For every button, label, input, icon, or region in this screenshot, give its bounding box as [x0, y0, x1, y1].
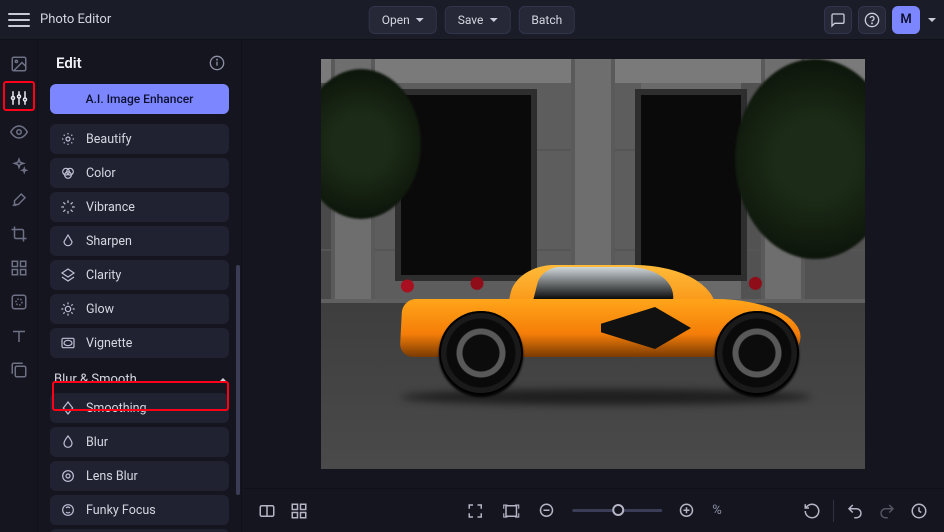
- chevron-up-icon: [219, 378, 227, 382]
- batch-label: Batch: [531, 13, 562, 27]
- hamburger-icon[interactable]: [8, 9, 30, 31]
- rail-grid-icon[interactable]: [7, 256, 31, 280]
- chat-icon: [830, 12, 846, 28]
- fullscreen-icon[interactable]: [464, 500, 486, 522]
- effect-glow[interactable]: Glow: [50, 294, 229, 324]
- chevron-down-icon: [416, 18, 424, 22]
- effect-label: Sharpen: [86, 234, 132, 249]
- tool-rail: [0, 40, 38, 532]
- effect-vignette[interactable]: Vignette: [50, 328, 229, 358]
- account-menu-chevron-icon[interactable]: [928, 18, 936, 22]
- panel-scrollbar[interactable]: [236, 265, 240, 495]
- batch-button[interactable]: Batch: [518, 6, 575, 34]
- effect-label: Lens Blur: [86, 469, 138, 484]
- ai-enhancer-button[interactable]: A.I. Image Enhancer: [50, 84, 229, 114]
- avatar-initial: M: [900, 12, 911, 27]
- rail-text-icon[interactable]: [7, 324, 31, 348]
- blur-list: Smoothing Blur Lens Blur Funky Focus Sof…: [38, 393, 241, 532]
- feedback-button[interactable]: [824, 6, 852, 34]
- undo-icon[interactable]: [844, 500, 866, 522]
- effect-label: Smoothing: [86, 401, 147, 416]
- open-button[interactable]: Open: [369, 6, 437, 34]
- effect-label: Vignette: [86, 336, 132, 351]
- save-label: Save: [458, 13, 484, 27]
- grid-view-icon[interactable]: [288, 500, 310, 522]
- rail-image-icon[interactable]: [7, 52, 31, 76]
- blur-lens-blur[interactable]: Lens Blur: [50, 461, 229, 491]
- top-bar: Photo Editor Open Save Batch M: [0, 0, 944, 40]
- effect-label: Clarity: [86, 268, 121, 283]
- effects-list: Beautify Color Vibrance Sharpen Clarity …: [38, 124, 241, 358]
- photo-preview: [321, 59, 865, 469]
- open-label: Open: [382, 13, 410, 27]
- zoom-out-icon[interactable]: [536, 500, 558, 522]
- section-label: Blur & Smooth: [54, 372, 137, 387]
- blur-smoothing[interactable]: Smoothing: [50, 393, 229, 423]
- fit-icon[interactable]: [500, 500, 522, 522]
- edit-panel: Edit A.I. Image Enhancer Beautify Color …: [38, 40, 242, 532]
- effect-color[interactable]: Color: [50, 158, 229, 188]
- history-icon[interactable]: [908, 500, 930, 522]
- compare-icon[interactable]: [256, 500, 278, 522]
- effect-label: Funky Focus: [86, 503, 156, 518]
- help-icon: [864, 12, 880, 28]
- rotate-icon[interactable]: [801, 500, 823, 522]
- rail-crop-icon[interactable]: [7, 222, 31, 246]
- app-title: Photo Editor: [40, 12, 111, 27]
- effect-label: Vibrance: [86, 200, 135, 215]
- zoom-slider[interactable]: [572, 509, 662, 512]
- rail-texture-icon[interactable]: [7, 290, 31, 314]
- effect-label: Color: [86, 166, 116, 181]
- rail-brush-icon[interactable]: [7, 188, 31, 212]
- effect-vibrance[interactable]: Vibrance: [50, 192, 229, 222]
- effect-beautify[interactable]: Beautify: [50, 124, 229, 154]
- redo-icon[interactable]: [876, 500, 898, 522]
- help-button[interactable]: [858, 6, 886, 34]
- rail-eye-icon[interactable]: [7, 120, 31, 144]
- save-button[interactable]: Save: [445, 6, 511, 34]
- section-blur-smooth[interactable]: Blur & Smooth: [38, 362, 241, 393]
- blur-funky-focus[interactable]: Funky Focus: [50, 495, 229, 525]
- panel-title: Edit: [56, 54, 82, 72]
- divider: [833, 500, 834, 522]
- zoom-percent-label: %: [712, 503, 722, 518]
- rail-adjust-icon[interactable]: [7, 86, 31, 110]
- bottom-toolbar: %: [242, 488, 944, 532]
- top-center-buttons: Open Save Batch: [369, 6, 575, 34]
- effect-label: Blur: [86, 435, 108, 450]
- effect-sharpen[interactable]: Sharpen: [50, 226, 229, 256]
- canvas[interactable]: [242, 40, 944, 488]
- chevron-down-icon: [489, 18, 497, 22]
- rail-sparkles-icon[interactable]: [7, 154, 31, 178]
- zoom-in-icon[interactable]: [676, 500, 698, 522]
- info-icon[interactable]: [209, 55, 225, 71]
- effect-label: Beautify: [86, 132, 132, 147]
- effect-label: Glow: [86, 302, 114, 317]
- effect-clarity[interactable]: Clarity: [50, 260, 229, 290]
- rail-layers-icon[interactable]: [7, 358, 31, 382]
- avatar[interactable]: M: [892, 6, 920, 34]
- top-right: M: [824, 6, 936, 34]
- blur-blur[interactable]: Blur: [50, 427, 229, 457]
